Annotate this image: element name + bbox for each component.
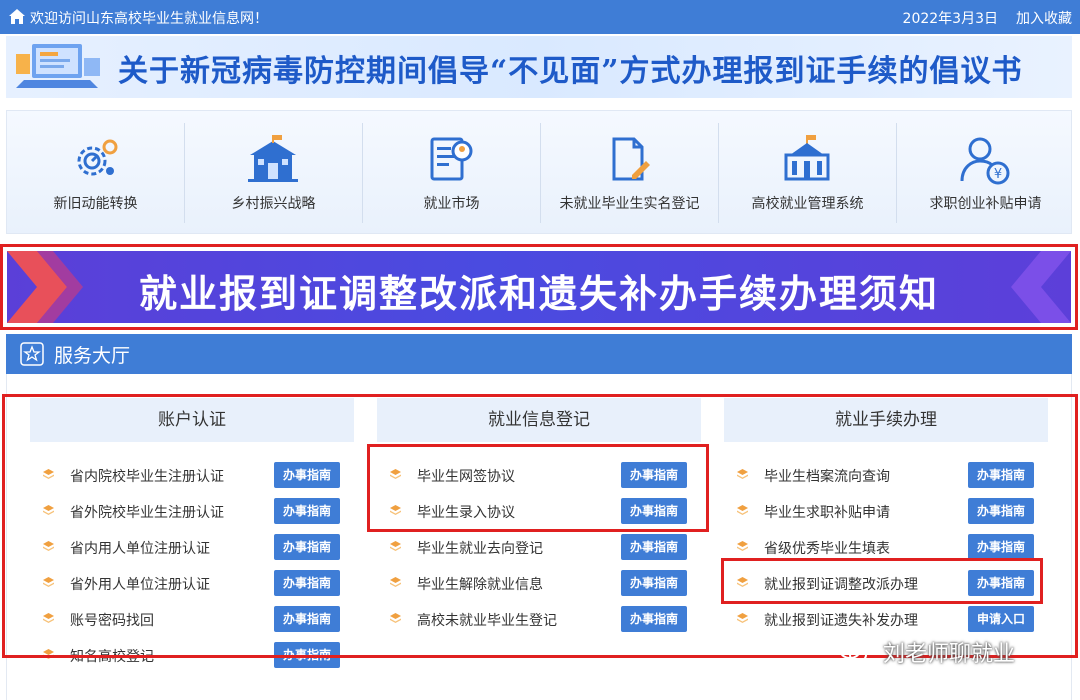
nav-label: 就业市场 (423, 196, 480, 212)
top-bar: 欢迎访问山东高校毕业生就业信息网！ 2022年3月3日 加入收藏 (0, 0, 1080, 34)
home-icon[interactable] (8, 8, 26, 26)
school-building-icon (248, 135, 298, 182)
notice-highlight-banner[interactable]: 就业报到证调整改派和遗失补办手续办理须知 (0, 244, 1078, 330)
welcome-text: 欢迎访问山东高校毕业生就业信息网！ (30, 11, 268, 27)
nav-label: 乡村振兴战略 (231, 196, 316, 212)
quick-nav: 新旧动能转换 乡村振兴战略 就业市场 未就业毕业生实名登记 高校就业管理系统 ¥… (6, 110, 1072, 234)
nav-item-new-old-energy[interactable]: 新旧动能转换 (7, 111, 184, 235)
nav-item-unemployed-registration[interactable]: 未就业毕业生实名登记 (541, 111, 718, 235)
highlight-box-reassignment (721, 558, 1043, 604)
banner-title[interactable]: 就业报到证调整改派和遗失补办手续办理须知 (7, 263, 1071, 318)
gear-icon (77, 139, 118, 176)
nav-item-job-market[interactable]: 就业市场 (363, 111, 540, 235)
chevron-right-decoration-icon (1011, 251, 1071, 323)
notice-banner[interactable]: 关于新冠病毒防控期间倡导“不见面”方式办理报到证手续的倡议书 (6, 36, 1072, 98)
nav-item-rural-revitalization[interactable]: 乡村振兴战略 (185, 111, 362, 235)
nav-item-job-subsidy[interactable]: ¥ 求职创业补贴申请 (897, 111, 1074, 235)
service-hall-title: 服务大厅 (54, 345, 131, 367)
banner-body: 就业报到证调整改派和遗失补办手续办理须知 (7, 251, 1071, 323)
resume-icon (430, 137, 473, 181)
watermark-text: 刘老师聊就业 (883, 642, 1016, 667)
university-icon (784, 135, 830, 181)
wechat-icon (839, 641, 867, 663)
nav-label: 未就业毕业生实名登记 (559, 196, 700, 212)
highlight-box-agreements (367, 444, 709, 532)
svg-text:¥: ¥ (994, 167, 1002, 182)
laptop-illustration-icon (16, 44, 100, 88)
current-date: 2022年3月3日 (902, 11, 998, 27)
nav-item-employment-system[interactable]: 高校就业管理系统 (719, 111, 896, 235)
star-icon (20, 342, 44, 366)
person-yuan-icon: ¥ (960, 137, 1010, 185)
nav-label: 新旧动能转换 (53, 196, 138, 212)
notice-title[interactable]: 关于新冠病毒防控期间倡导“不见面”方式办理报到证手续的倡议书 (118, 46, 1023, 90)
service-hall-header: 服务大厅 (6, 334, 1072, 374)
nav-label: 高校就业管理系统 (751, 196, 864, 212)
watermark: 刘老师聊就业 (838, 636, 1015, 672)
add-favorite-link[interactable]: 加入收藏 (1016, 8, 1072, 28)
nav-label: 求职创业补贴申请 (929, 196, 1042, 212)
document-edit-icon (612, 137, 650, 181)
